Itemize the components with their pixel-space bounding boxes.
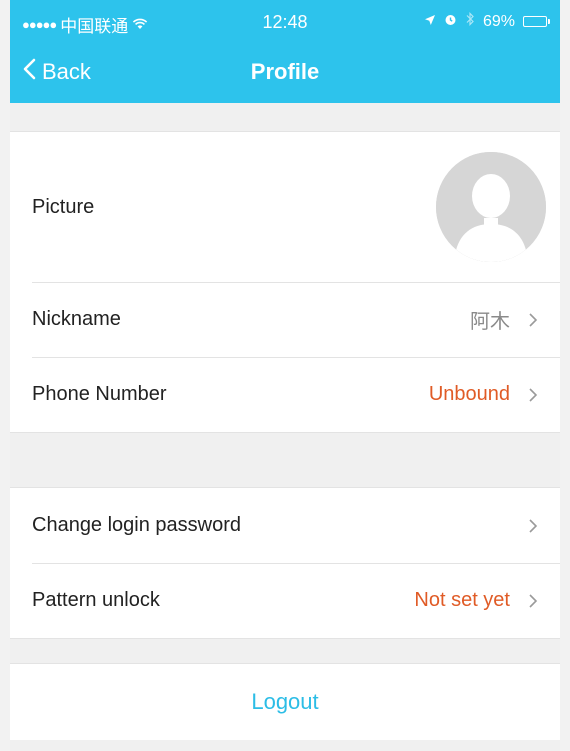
location-arrow-icon	[424, 13, 436, 31]
chevron-right-icon	[524, 592, 542, 610]
logout-button[interactable]: Logout	[10, 663, 560, 741]
chevron-right-icon	[524, 517, 542, 535]
battery-percent: 69%	[482, 12, 515, 30]
phone-number-status: Unbound	[428, 383, 510, 405]
section-spacer	[10, 103, 560, 131]
battery-icon	[523, 16, 550, 27]
picture-row[interactable]: Picture	[10, 132, 560, 282]
change-password-row[interactable]: Change login password	[10, 488, 560, 563]
nickname-value: 阿木	[470, 311, 510, 333]
pattern-unlock-label: Pattern unlock	[32, 589, 160, 611]
chevron-right-icon	[524, 311, 542, 329]
header: ●●●●● 中国联通 12:48 69% Back Profile	[10, 0, 560, 103]
picture-label: Picture	[32, 195, 95, 218]
section-spacer	[10, 639, 560, 663]
status-right: 69%	[424, 12, 550, 31]
phone-number-label: Phone Number	[32, 383, 167, 405]
avatar[interactable]	[436, 152, 546, 262]
page-title: Profile	[250, 59, 320, 84]
pattern-unlock-status: Not set yet	[414, 589, 510, 611]
change-password-label: Change login password	[32, 514, 242, 536]
profile-section: Picture Nickname 阿木 Phone Number Unbound	[10, 131, 560, 433]
logout-label: Logout	[251, 689, 319, 714]
bottom-spacer	[10, 740, 560, 751]
nav-bar: Back Profile	[10, 44, 560, 103]
nickname-label: Nickname	[32, 308, 121, 330]
security-section: Change login password Pattern unlock Not…	[10, 487, 560, 639]
person-silhouette-icon	[436, 152, 546, 262]
alarm-icon	[444, 13, 457, 31]
bluetooth-icon	[465, 12, 475, 31]
status-bar: ●●●●● 中国联通 12:48 69%	[10, 0, 560, 44]
phone-number-row[interactable]: Phone Number Unbound	[10, 357, 560, 432]
nickname-row[interactable]: Nickname 阿木	[10, 282, 560, 357]
chevron-right-icon	[524, 386, 542, 404]
section-spacer	[10, 433, 560, 487]
pattern-unlock-row[interactable]: Pattern unlock Not set yet	[10, 563, 560, 638]
profile-screen: ●●●●● 中国联通 12:48 69% Back Profile Pictur…	[0, 0, 570, 751]
